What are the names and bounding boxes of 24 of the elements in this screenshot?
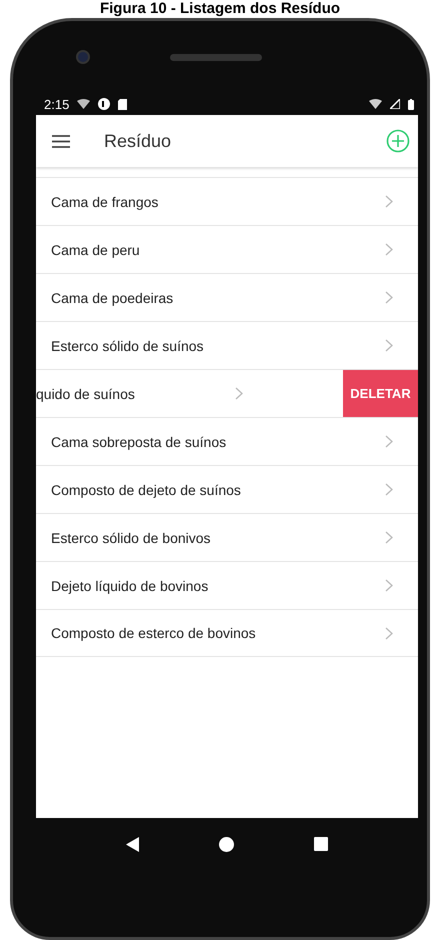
chevron-icon (385, 483, 393, 496)
app-title: Resíduo (104, 130, 172, 152)
chevron-icon (385, 626, 393, 640)
sd-card-icon (118, 98, 128, 110)
chevron-icon (385, 195, 393, 208)
figure-caption: Figura 10 - Listagem dos Resíduo (100, 0, 340, 18)
chevron-icon (385, 579, 393, 592)
chevron-icon (385, 339, 393, 352)
camera-icon (76, 50, 90, 64)
chevron-icon (235, 387, 243, 400)
menu-icon[interactable] (52, 134, 70, 148)
status-time: 2:15 (44, 96, 70, 112)
chevron-icon (385, 243, 393, 256)
home-icon[interactable] (219, 836, 234, 852)
wifi-icon (369, 99, 382, 109)
battery-icon (408, 98, 414, 110)
chevron-icon (385, 435, 393, 448)
chevron-icon (385, 531, 393, 544)
delete-button[interactable]: DELETAR (343, 370, 418, 417)
wifi-icon (77, 99, 90, 109)
app-notification-icon (98, 98, 110, 110)
chevron-icon (385, 291, 393, 304)
back-icon[interactable] (126, 836, 139, 852)
signal-icon (390, 99, 400, 109)
